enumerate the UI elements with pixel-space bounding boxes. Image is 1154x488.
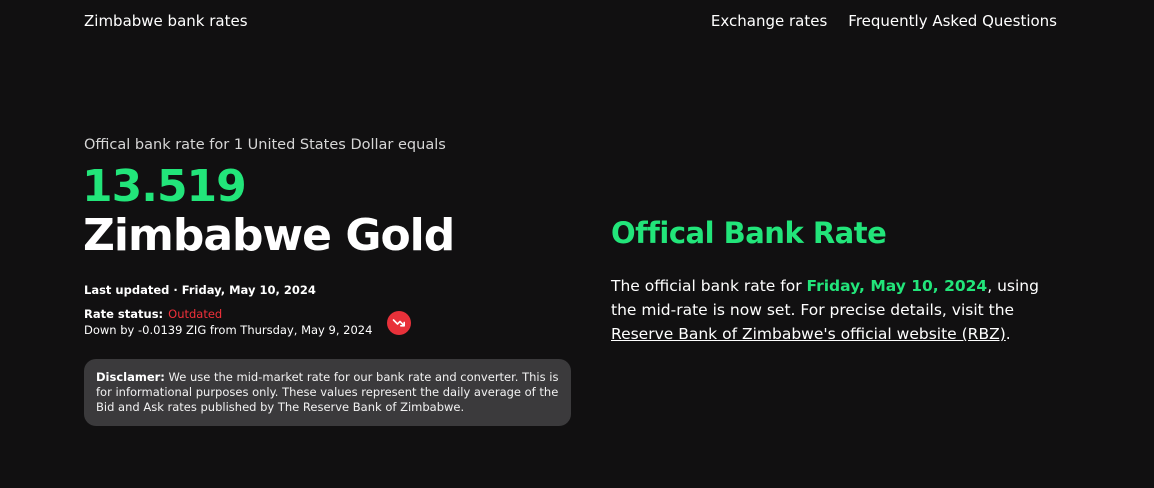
page: Zimbabwe bank rates Exchange rates Frequ… [0, 0, 1154, 488]
trend-down-icon-glyph [392, 319, 405, 327]
official-body-post: . [1005, 325, 1011, 343]
rate-lead-text: Offical bank rate for 1 United States Do… [84, 137, 446, 153]
rate-status: Rate status: Outdated [84, 307, 222, 321]
official-rate-body: The official bank rate for Friday, May 1… [611, 274, 1061, 346]
official-rate-title: Offical Bank Rate [611, 216, 887, 250]
top-nav: Exchange rates Frequently Asked Question… [711, 12, 1057, 30]
trend-down-icon [387, 311, 411, 335]
disclaimer-box: Disclamer: We use the mid-market rate fo… [84, 359, 571, 426]
official-body-date: Friday, May 10, 2024 [806, 277, 988, 295]
rbz-website-link[interactable]: Reserve Bank of Zimbabwe's official webs… [611, 325, 1006, 343]
last-updated: Last updated · Friday, May 10, 2024 [84, 283, 316, 297]
site-brand[interactable]: Zimbabwe bank rates [84, 12, 248, 30]
rate-change: Down by -0.0139 ZIG from Thursday, May 9… [84, 323, 373, 337]
rate-status-label: Rate status: [84, 307, 164, 321]
rate-value: 13.519 [82, 161, 247, 212]
disclaimer-text: We use the mid-market rate for our bank … [96, 370, 559, 414]
disclaimer-label: Disclamer: [96, 370, 165, 384]
rate-status-value: Outdated [168, 307, 223, 321]
nav-exchange-rates[interactable]: Exchange rates [711, 12, 827, 30]
currency-name: Zimbabwe Gold [83, 210, 455, 261]
nav-faq[interactable]: Frequently Asked Questions [848, 12, 1057, 30]
official-body-pre: The official bank rate for [611, 277, 807, 295]
